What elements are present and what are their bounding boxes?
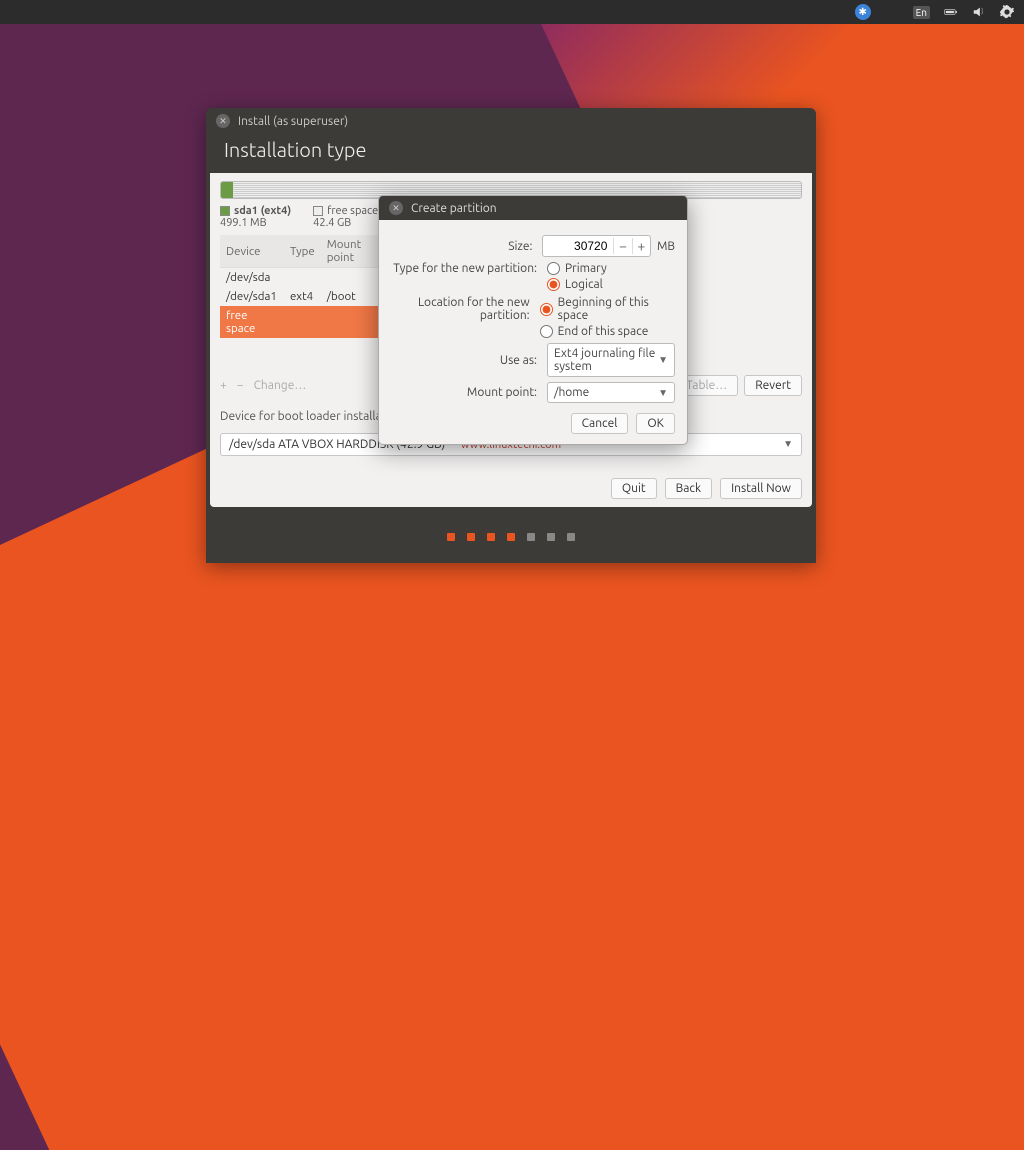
legend-free: free space [327, 205, 378, 217]
battery-icon[interactable] [944, 5, 958, 19]
mount-label: Mount point: [391, 386, 541, 399]
col-type: Type [284, 235, 321, 268]
mount-select[interactable]: /home▼ [547, 382, 675, 403]
window-title: Install (as superuser) [238, 115, 348, 128]
useas-select[interactable]: Ext4 journaling file system▼ [547, 343, 675, 377]
cancel-button[interactable]: Cancel [571, 413, 629, 434]
revert-button[interactable]: Revert [744, 375, 802, 396]
table-row[interactable]: free space [220, 306, 380, 338]
dialog-titlebar: ✕ Create partition [379, 196, 687, 220]
back-button[interactable]: Back [665, 478, 712, 499]
legend-free-size: 42.4 GB [313, 217, 378, 229]
top-panel: ✱ En [0, 0, 1024, 24]
input-method-indicator[interactable]: En [913, 6, 930, 19]
chevron-down-icon: ▼ [658, 387, 668, 399]
size-input[interactable] [543, 239, 613, 253]
size-increment[interactable]: + [632, 238, 650, 254]
page-heading: Installation type [206, 134, 816, 173]
network-icon[interactable] [885, 5, 899, 19]
legend-sda1-size: 499.1 MB [220, 217, 291, 229]
create-partition-dialog: ✕ Create partition Size: − + MB Type for… [378, 195, 688, 445]
size-unit: MB [657, 240, 675, 253]
chevron-down-icon: ▼ [783, 438, 793, 451]
col-mount: Mount point [321, 235, 380, 268]
window-titlebar: ✕ Install (as superuser) [206, 108, 816, 134]
quit-button[interactable]: Quit [611, 478, 657, 499]
gear-icon[interactable] [1000, 5, 1014, 19]
add-partition-button[interactable]: + [220, 379, 227, 392]
radio-end[interactable]: End of this space [540, 325, 675, 338]
legend-sda1: sda1 (ext4) [234, 205, 291, 217]
remove-partition-button[interactable]: − [237, 379, 244, 392]
useas-label: Use as: [391, 354, 541, 367]
dialog-title: Create partition [411, 202, 497, 215]
progress-dots [206, 511, 816, 563]
radio-logical[interactable]: Logical [547, 278, 607, 291]
change-button[interactable]: Change… [254, 379, 307, 392]
close-icon[interactable]: ✕ [216, 114, 230, 128]
table-row[interactable]: /dev/sda1ext4/boot [220, 287, 380, 306]
chevron-down-icon: ▼ [658, 354, 668, 366]
install-now-button[interactable]: Install Now [720, 478, 802, 499]
type-label: Type for the new partition: [391, 262, 541, 275]
col-device: Device [220, 235, 284, 268]
device-table[interactable]: Device Type Mount point /dev/sda /dev/sd… [220, 235, 380, 338]
accessibility-icon[interactable]: ✱ [855, 4, 871, 20]
size-decrement[interactable]: − [613, 238, 631, 254]
location-label: Location for the new partition: [391, 296, 534, 322]
size-label: Size: [391, 240, 536, 253]
volume-icon[interactable] [972, 5, 986, 19]
close-icon[interactable]: ✕ [389, 201, 403, 215]
ok-button[interactable]: OK [636, 413, 675, 434]
size-stepper[interactable]: − + [542, 235, 651, 257]
table-row[interactable]: /dev/sda [220, 268, 380, 288]
radio-primary[interactable]: Primary [547, 262, 607, 275]
radio-beginning[interactable]: Beginning of this space [540, 296, 675, 322]
